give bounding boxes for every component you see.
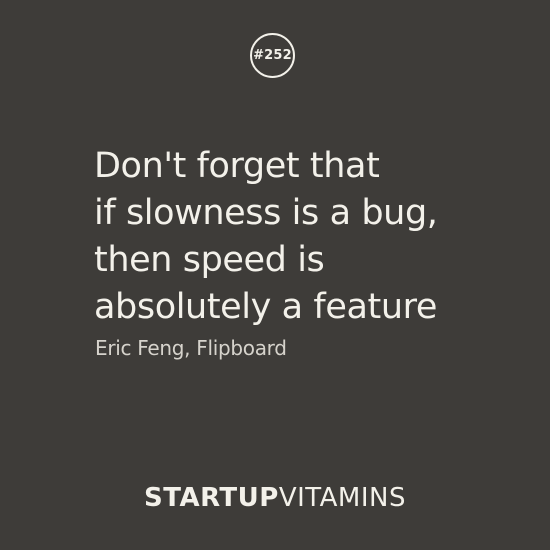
quote-line: then speed is [94, 240, 325, 280]
quote-text: Don't forget that if slowness is a bug, … [94, 143, 524, 331]
quote-line: if slowness is a bug, [94, 193, 438, 233]
brand-logo: STARTUPVITAMINS [0, 483, 550, 513]
issue-number: #252 [253, 48, 292, 63]
quote-line: Don't forget that [94, 146, 380, 186]
quote-author: Eric Feng, Flipboard [95, 336, 287, 360]
brand-logo-light: VITAMINS [278, 483, 406, 513]
issue-number-badge: #252 [250, 33, 295, 78]
quote-line: absolutely a feature [94, 287, 437, 327]
brand-logo-bold: STARTUP [144, 483, 279, 513]
